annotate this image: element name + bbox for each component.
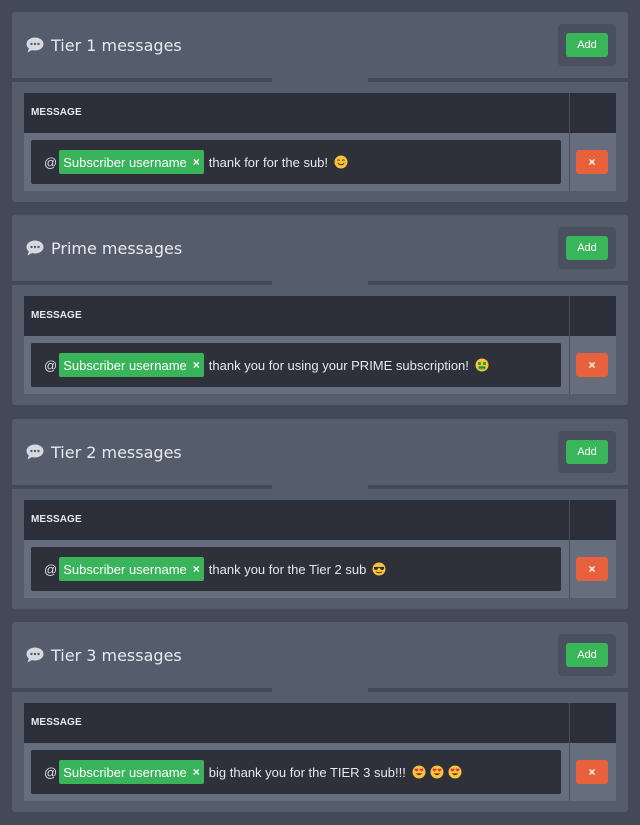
- tag-label: Subscriber username: [63, 561, 187, 577]
- emoji-group: [372, 562, 390, 576]
- section-title-wrap: Prime messages: [26, 235, 182, 261]
- message-text: thank you for the Tier 2 sub: [208, 561, 367, 577]
- delete-message-button[interactable]: ×: [576, 557, 608, 581]
- message-input[interactable]: @ Subscriber username × thank you for th…: [31, 547, 561, 591]
- message-text: thank you for using your PRIME subscript…: [208, 357, 469, 373]
- section-title-wrap: Tier 1 messages: [26, 32, 182, 58]
- section-tier1-messages: Tier 1 messages Add MESSAGE @ Subscriber…: [12, 12, 628, 202]
- emoji-group: [412, 765, 466, 779]
- heart-eyes-face-icon: [448, 765, 462, 779]
- section-body: MESSAGE @ Subscriber username × thank fo…: [12, 82, 628, 202]
- section-body: MESSAGE @ Subscriber username × thank yo…: [12, 285, 628, 405]
- mention-prefix: @: [44, 357, 58, 373]
- sunglasses-face-icon: [372, 562, 386, 576]
- heart-eyes-face-icon: [412, 765, 426, 779]
- section-header: Tier 2 messages Add: [12, 419, 628, 485]
- smiling-face-icon: [334, 155, 348, 169]
- delete-message-button[interactable]: ×: [576, 150, 608, 174]
- add-message-button[interactable]: Add: [566, 643, 608, 667]
- section-title-wrap: Tier 2 messages: [26, 439, 182, 465]
- add-message-button[interactable]: Add: [566, 440, 608, 464]
- add-button-well: Add: [558, 634, 616, 676]
- section-title: Tier 3 messages: [51, 645, 182, 665]
- section-tier2-messages: Tier 2 messages Add MESSAGE @ Subscriber…: [12, 419, 628, 609]
- message-input[interactable]: @ Subscriber username × thank you for us…: [31, 343, 561, 387]
- subscriber-username-tag: Subscriber username ×: [59, 150, 204, 174]
- remove-tag-icon[interactable]: ×: [193, 562, 200, 576]
- add-button-well: Add: [558, 227, 616, 269]
- subscriber-username-tag: Subscriber username ×: [59, 557, 204, 581]
- remove-tag-icon[interactable]: ×: [193, 155, 200, 169]
- speech-bubble-icon: [26, 444, 44, 460]
- speech-bubble-icon: [26, 240, 44, 256]
- column-header-message: MESSAGE: [31, 514, 82, 525]
- section-title: Prime messages: [51, 238, 183, 258]
- heart-eyes-face-icon: [430, 765, 444, 779]
- section-header: Tier 3 messages Add: [12, 622, 628, 688]
- section-prime-messages: Prime messages Add MESSAGE @ Subscriber …: [12, 215, 628, 405]
- section-title: Tier 1 messages: [51, 35, 182, 55]
- message-input[interactable]: @ Subscriber username × big thank you fo…: [31, 750, 561, 794]
- section-body: MESSAGE @ Subscriber username × thank yo…: [12, 489, 628, 609]
- speech-bubble-icon: [26, 647, 44, 663]
- subscriber-username-tag: Subscriber username ×: [59, 353, 204, 377]
- mention-prefix: @: [44, 561, 58, 577]
- section-body: MESSAGE @ Subscriber username × big than…: [12, 692, 628, 812]
- emoji-group: [334, 155, 352, 169]
- delete-message-button[interactable]: ×: [576, 760, 608, 784]
- add-button-well: Add: [558, 431, 616, 473]
- message-text: big thank you for the TIER 3 sub!!!: [208, 764, 406, 780]
- column-divider: [569, 703, 570, 801]
- message-table: MESSAGE @ Subscriber username × thank fo…: [24, 93, 616, 191]
- mention-prefix: @: [44, 154, 58, 170]
- message-table: MESSAGE @ Subscriber username × thank yo…: [24, 296, 616, 394]
- column-divider: [569, 93, 570, 191]
- tag-label: Subscriber username: [63, 154, 187, 170]
- column-divider: [569, 296, 570, 394]
- remove-tag-icon[interactable]: ×: [193, 765, 200, 779]
- section-header: Prime messages Add: [12, 215, 628, 281]
- sub-message-settings: Tier 1 messages Add MESSAGE @ Subscriber…: [0, 0, 640, 825]
- money-mouth-face-icon: [475, 358, 489, 372]
- message-input[interactable]: @ Subscriber username × thank for for th…: [31, 140, 561, 184]
- message-table: MESSAGE @ Subscriber username × big than…: [24, 703, 616, 801]
- column-header-message: MESSAGE: [31, 717, 82, 728]
- speech-bubble-icon: [26, 37, 44, 53]
- message-table: MESSAGE @ Subscriber username × thank yo…: [24, 500, 616, 598]
- tag-label: Subscriber username: [63, 764, 187, 780]
- section-title-wrap: Tier 3 messages: [26, 642, 182, 668]
- table-header: MESSAGE: [24, 500, 616, 540]
- mention-prefix: @: [44, 764, 58, 780]
- section-title: Tier 2 messages: [51, 442, 182, 462]
- table-header: MESSAGE: [24, 703, 616, 743]
- emoji-group: [475, 358, 493, 372]
- subscriber-username-tag: Subscriber username ×: [59, 760, 204, 784]
- table-header: MESSAGE: [24, 296, 616, 336]
- table-header: MESSAGE: [24, 93, 616, 133]
- column-header-message: MESSAGE: [31, 107, 82, 118]
- section-tier3-messages: Tier 3 messages Add MESSAGE @ Subscriber…: [12, 622, 628, 812]
- add-message-button[interactable]: Add: [566, 33, 608, 57]
- section-header: Tier 1 messages Add: [12, 12, 628, 78]
- message-text: thank for for the sub!: [208, 154, 329, 170]
- column-header-message: MESSAGE: [31, 310, 82, 321]
- add-message-button[interactable]: Add: [566, 236, 608, 260]
- delete-message-button[interactable]: ×: [576, 353, 608, 377]
- add-button-well: Add: [558, 24, 616, 66]
- tag-label: Subscriber username: [63, 357, 187, 373]
- remove-tag-icon[interactable]: ×: [193, 358, 200, 372]
- column-divider: [569, 500, 570, 598]
